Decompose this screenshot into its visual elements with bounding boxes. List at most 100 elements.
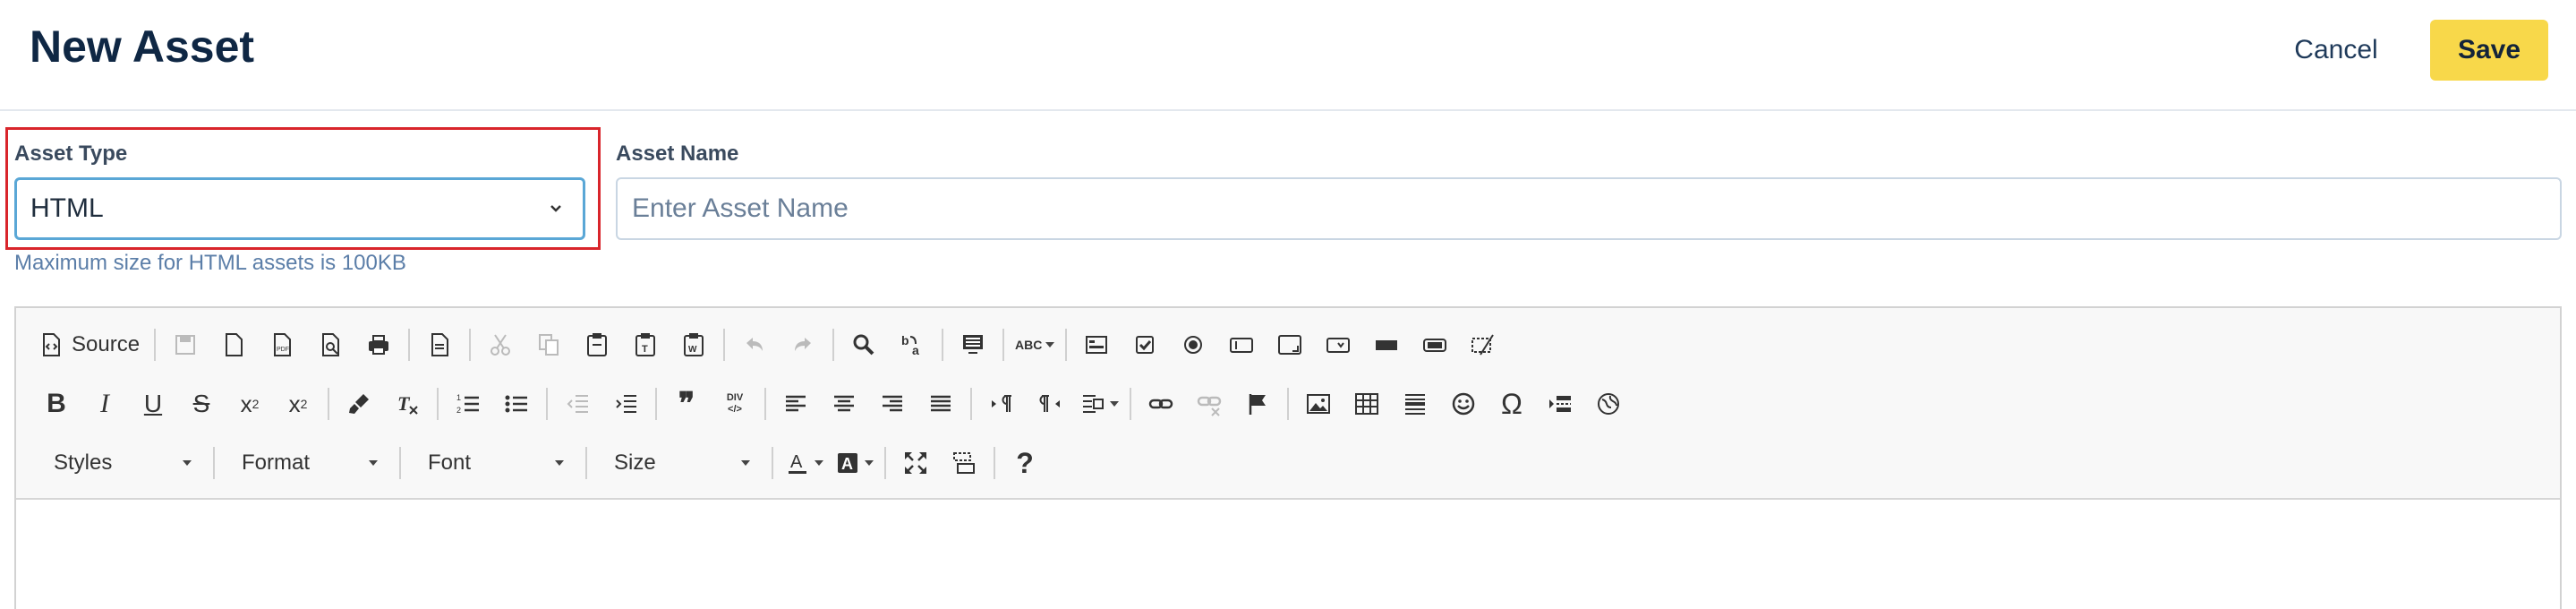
show-blocks-button[interactable]: [940, 439, 988, 487]
export-pdf-button[interactable]: PDF: [258, 321, 306, 369]
asset-name-input[interactable]: [616, 177, 2562, 240]
print-button[interactable]: [354, 321, 403, 369]
justify-button[interactable]: [917, 380, 965, 428]
subscript-button[interactable]: x2: [226, 380, 274, 428]
paste-text-button[interactable]: T: [621, 321, 670, 369]
align-right-button[interactable]: [868, 380, 917, 428]
blockquote-button[interactable]: ❞: [662, 380, 711, 428]
outdent-icon: [567, 395, 588, 413]
horizontal-line-button[interactable]: [1391, 380, 1439, 428]
preview-button[interactable]: [306, 321, 354, 369]
paste-word-button[interactable]: W: [670, 321, 718, 369]
copy-button[interactable]: [525, 321, 573, 369]
special-char-button[interactable]: Ω: [1488, 380, 1536, 428]
background-color-button[interactable]: A: [829, 439, 879, 487]
maximize-button[interactable]: [891, 439, 940, 487]
font-dropdown[interactable]: Font: [406, 439, 580, 487]
save-button[interactable]: Save: [2430, 20, 2548, 81]
superscript-button[interactable]: x2: [274, 380, 322, 428]
undo-button[interactable]: [730, 321, 779, 369]
rtl-button[interactable]: [1026, 380, 1074, 428]
cancel-button[interactable]: Cancel: [2281, 21, 2392, 79]
spellcheck-button[interactable]: ABC: [1010, 321, 1060, 369]
svg-text:1: 1: [456, 393, 461, 402]
save-doc-button[interactable]: [161, 321, 209, 369]
italic-button[interactable]: I: [81, 380, 129, 428]
caret-icon: [1110, 401, 1119, 407]
svg-text:A: A: [841, 455, 853, 473]
image-icon: [1307, 394, 1330, 414]
ltr-button[interactable]: [977, 380, 1026, 428]
paste-button[interactable]: [573, 321, 621, 369]
link-button[interactable]: [1137, 380, 1185, 428]
textarea-icon: [1278, 335, 1302, 355]
toolbar-separator: [585, 447, 587, 479]
size-dropdown[interactable]: Size: [593, 439, 766, 487]
unlink-icon: [1197, 396, 1222, 416]
caret-icon: [1045, 342, 1055, 347]
source-button[interactable]: Source: [32, 321, 149, 369]
smiley-button[interactable]: [1439, 380, 1488, 428]
bold-button[interactable]: B: [32, 380, 81, 428]
help-button[interactable]: ?: [1001, 439, 1049, 487]
table-button[interactable]: [1343, 380, 1391, 428]
iframe-button[interactable]: [1584, 380, 1633, 428]
toolbar-separator: [1287, 388, 1289, 420]
text-field-button[interactable]: [1217, 321, 1266, 369]
align-center-button[interactable]: [820, 380, 868, 428]
hidden-field-button[interactable]: [1459, 321, 1507, 369]
svg-text:2: 2: [456, 406, 461, 415]
image-button[interactable]: [1294, 380, 1343, 428]
button-field-button[interactable]: [1362, 321, 1411, 369]
text-color-button[interactable]: A: [779, 439, 829, 487]
editor-toolbar: Source PDF T W ba ABC B I U S x 2 x 2 T …: [16, 308, 2560, 500]
indent-button[interactable]: [601, 380, 650, 428]
new-page-button[interactable]: [209, 321, 258, 369]
radio-button[interactable]: [1169, 321, 1217, 369]
anchor-button[interactable]: [1233, 380, 1282, 428]
flag-icon: [1249, 394, 1266, 415]
editor-content-area[interactable]: [16, 500, 2560, 609]
redo-button[interactable]: [779, 321, 827, 369]
select-all-button[interactable]: [949, 321, 997, 369]
underline-button[interactable]: U: [129, 380, 177, 428]
floppy-icon: [175, 335, 196, 355]
form-button[interactable]: [1072, 321, 1121, 369]
replace-button[interactable]: ba: [888, 321, 936, 369]
unlink-button[interactable]: [1185, 380, 1233, 428]
bulleted-list-icon: [505, 395, 527, 413]
styles-dropdown[interactable]: Styles: [32, 439, 208, 487]
checkbox-icon: [1136, 336, 1155, 354]
find-button[interactable]: [840, 321, 888, 369]
remove-format-button[interactable]: T: [383, 380, 431, 428]
omega-icon: Ω: [1501, 387, 1523, 420]
page-break-button[interactable]: [1536, 380, 1584, 428]
templates-button[interactable]: [415, 321, 464, 369]
outdent-button[interactable]: [553, 380, 601, 428]
numbered-list-icon: 12: [456, 393, 479, 415]
asset-type-select[interactable]: HTML: [14, 177, 585, 240]
caret-icon: [369, 460, 378, 466]
text-color-icon: A: [789, 452, 806, 474]
format-dropdown[interactable]: Format: [220, 439, 394, 487]
toolbar-separator: [408, 329, 411, 361]
paste-icon: [587, 333, 608, 356]
cut-button[interactable]: [476, 321, 525, 369]
align-left-button[interactable]: [772, 380, 820, 428]
checkbox-button[interactable]: [1121, 321, 1169, 369]
copy-format-button[interactable]: [335, 380, 383, 428]
numbered-list-button[interactable]: 12: [444, 380, 492, 428]
bulleted-list-button[interactable]: [492, 380, 541, 428]
image-button-field-button[interactable]: [1411, 321, 1459, 369]
print-icon: [369, 335, 389, 355]
svg-text:b: b: [901, 333, 909, 347]
language-button[interactable]: [1074, 380, 1124, 428]
maximize-icon: [905, 452, 926, 474]
rich-text-editor: Source PDF T W ba ABC B I U S x 2 x 2 T …: [14, 306, 2562, 609]
create-div-button[interactable]: DIV </>: [711, 380, 759, 428]
select-field-button[interactable]: [1314, 321, 1362, 369]
textarea-button[interactable]: [1266, 321, 1314, 369]
ltr-icon: [992, 395, 1011, 412]
toolbar-row-1: Source PDF T W ba ABC: [32, 321, 1507, 369]
strikethrough-button[interactable]: S: [177, 380, 226, 428]
